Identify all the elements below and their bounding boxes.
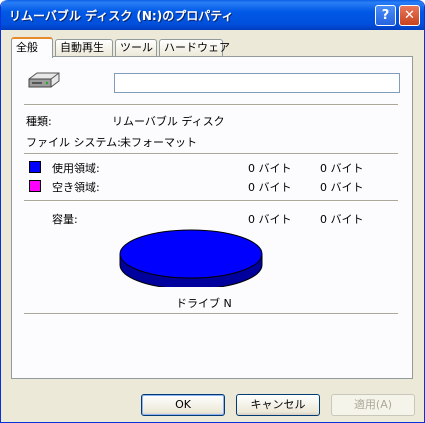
cancel-button[interactable]: キャンセル [236, 394, 320, 416]
disk-usage-pie-chart [119, 229, 263, 287]
type-label: 種類: [26, 115, 52, 128]
help-button[interactable]: ? [375, 5, 396, 26]
free-space-bytes: 0 バイト [248, 181, 292, 194]
capacity-size: 0 バイト [320, 213, 364, 226]
capacity-label: 容量: [52, 213, 78, 226]
type-value: リムーバブル ディスク [112, 115, 225, 128]
separator [24, 313, 398, 315]
tab-general[interactable]: 全般 [11, 37, 53, 58]
used-space-swatch [29, 161, 41, 173]
used-space-bytes: 0 バイト [248, 162, 292, 175]
apply-button[interactable]: 適用(A) [331, 394, 415, 416]
help-icon: ? [381, 8, 390, 23]
close-icon: ✕ [404, 8, 415, 23]
free-space-size: 0 バイト [320, 181, 364, 194]
free-space-swatch [29, 180, 41, 192]
volume-name-input[interactable] [114, 73, 400, 93]
ok-button[interactable]: OK [141, 394, 225, 416]
pie-slice-used [119, 229, 263, 279]
file-system-label: ファイル システム: [26, 136, 121, 149]
close-button[interactable]: ✕ [399, 5, 420, 26]
tab-autoplay[interactable]: 自動再生 [55, 39, 113, 56]
separator [24, 200, 398, 202]
file-system-value: 未フォーマット [120, 136, 197, 149]
capacity-bytes: 0 バイト [248, 213, 292, 226]
title-bar[interactable]: リムーバブル ディスク (N:)のプロパティ ? ✕ [1, 0, 424, 30]
used-space-label: 使用領域: [52, 162, 100, 175]
free-space-label: 空き領域: [52, 181, 100, 194]
window-title: リムーバブル ディスク (N:)のプロパティ [9, 9, 234, 23]
tab-tools[interactable]: ツール [115, 39, 157, 56]
used-space-size: 0 バイト [320, 162, 364, 175]
removable-disk-icon [28, 72, 60, 88]
tab-hardware[interactable]: ハードウェア [159, 39, 230, 56]
drive-label: ドライブ N [176, 297, 232, 310]
separator [24, 153, 398, 155]
properties-window: リムーバブル ディスク (N:)のプロパティ ? ✕ 全般 自動再生 ツール ハ… [0, 0, 425, 423]
general-panel: 種類: リムーバブル ディスク ファイル システム: 未フォーマット 使用領域:… [11, 56, 413, 379]
separator [24, 104, 398, 106]
